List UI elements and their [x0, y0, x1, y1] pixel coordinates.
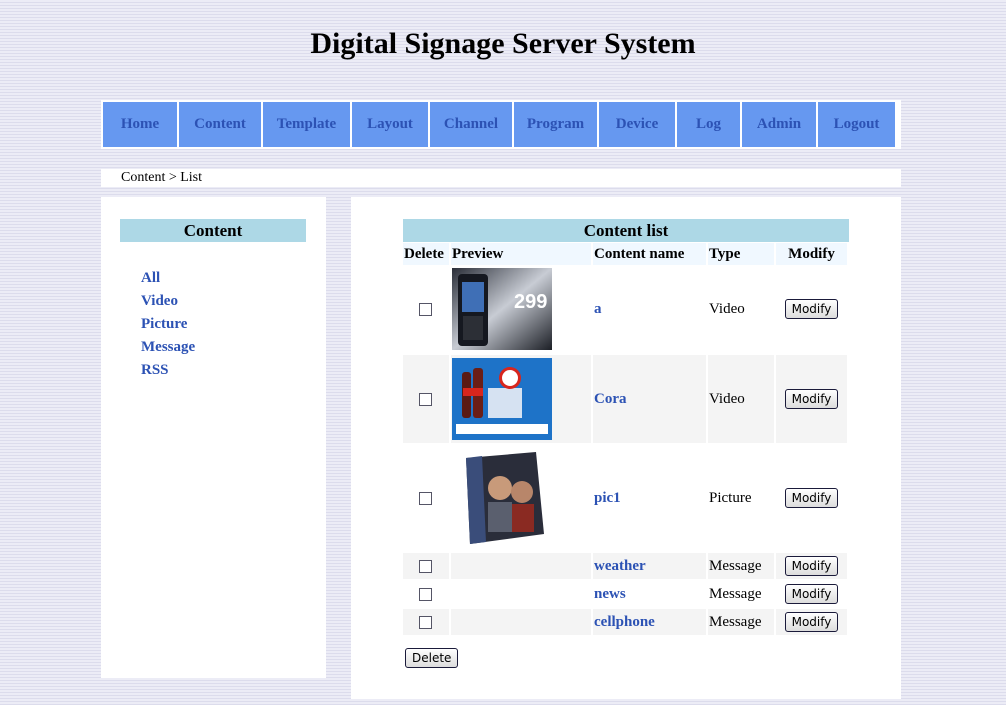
nav-layout[interactable]: Layout	[352, 102, 428, 147]
content-panel: Content list Delete Preview Content name…	[351, 197, 901, 699]
modify-button[interactable]: Modify	[784, 584, 839, 604]
modify-button[interactable]: Modify	[784, 389, 839, 409]
sidebar-link-message[interactable]: Message	[141, 336, 195, 359]
svg-text:299: 299	[514, 291, 547, 313]
nav-content[interactable]: Content	[179, 102, 261, 147]
content-name-link[interactable]: Cora	[594, 391, 627, 407]
nav-device[interactable]: Device	[599, 102, 675, 147]
col-name: Content name	[593, 243, 706, 265]
modify-button[interactable]: Modify	[784, 556, 839, 576]
content-name-link[interactable]: a	[594, 301, 602, 317]
modify-button[interactable]: Modify	[784, 612, 839, 632]
delete-checkbox[interactable]	[419, 615, 432, 629]
table-row: weather Message Modify	[403, 553, 847, 579]
page-title: Digital Signage Server System	[310, 27, 696, 60]
content-type: Message	[708, 609, 774, 635]
content-name-link[interactable]: cellphone	[594, 614, 655, 630]
sidebar-heading: Content	[120, 219, 306, 242]
table-header: Delete Preview Content name Type Modify	[403, 243, 847, 265]
content-type: Message	[709, 585, 762, 602]
table-row: Cora Video Modify	[403, 355, 847, 443]
delete-checkbox[interactable]	[419, 302, 432, 316]
content-table: Delete Preview Content name Type Modify …	[401, 243, 849, 635]
content-name-link[interactable]: weather	[594, 558, 646, 574]
main-nav: Home Content Template Layout Channel Pro…	[101, 100, 901, 149]
col-type: Type	[708, 243, 774, 265]
col-modify: Modify	[776, 243, 847, 265]
sidebar-link-all[interactable]: All	[141, 267, 195, 290]
nav-logout[interactable]: Logout	[818, 102, 895, 147]
content-list-title: Content list	[403, 219, 849, 242]
people-poster-thumbnail	[452, 448, 552, 548]
nav-template[interactable]: Template	[263, 102, 350, 147]
col-preview: Preview	[451, 243, 591, 265]
sidebar-links: All Video Picture Message RSS	[141, 267, 195, 382]
modify-button[interactable]: Modify	[784, 299, 839, 319]
table-row: news Message Modify	[403, 581, 847, 607]
delete-checkbox[interactable]	[419, 559, 432, 573]
table-row: cellphone Message Modify	[403, 609, 847, 635]
content-name-link[interactable]: pic1	[594, 490, 621, 506]
sidebar: Content All Video Picture Message RSS	[101, 197, 326, 678]
content-type: Video	[708, 355, 774, 443]
phone-ad-thumbnail: 299	[452, 268, 552, 350]
delete-checkbox[interactable]	[419, 392, 432, 406]
delete-checkbox[interactable]	[419, 587, 432, 601]
breadcrumb: Content > List	[101, 169, 901, 187]
modify-button[interactable]: Modify	[784, 488, 839, 508]
content-name-link[interactable]: news	[594, 586, 626, 602]
cola-ad-thumbnail	[452, 358, 552, 440]
nav-log[interactable]: Log	[677, 102, 740, 147]
sidebar-link-video[interactable]: Video	[141, 290, 195, 313]
content-type: Picture	[709, 489, 752, 506]
table-row: pic1 Picture Modify	[403, 445, 847, 551]
content-type: Video	[709, 300, 745, 317]
nav-home[interactable]: Home	[103, 102, 177, 147]
sidebar-link-picture[interactable]: Picture	[141, 313, 195, 336]
sidebar-link-rss[interactable]: RSS	[141, 359, 195, 382]
table-row: 299 a Video Modify	[403, 265, 847, 353]
nav-program[interactable]: Program	[514, 102, 597, 147]
nav-admin[interactable]: Admin	[742, 102, 816, 147]
col-delete: Delete	[403, 243, 449, 265]
content-type: Message	[708, 553, 774, 579]
delete-button[interactable]: Delete	[405, 648, 459, 668]
nav-channel[interactable]: Channel	[430, 102, 512, 147]
delete-checkbox[interactable]	[419, 491, 432, 505]
